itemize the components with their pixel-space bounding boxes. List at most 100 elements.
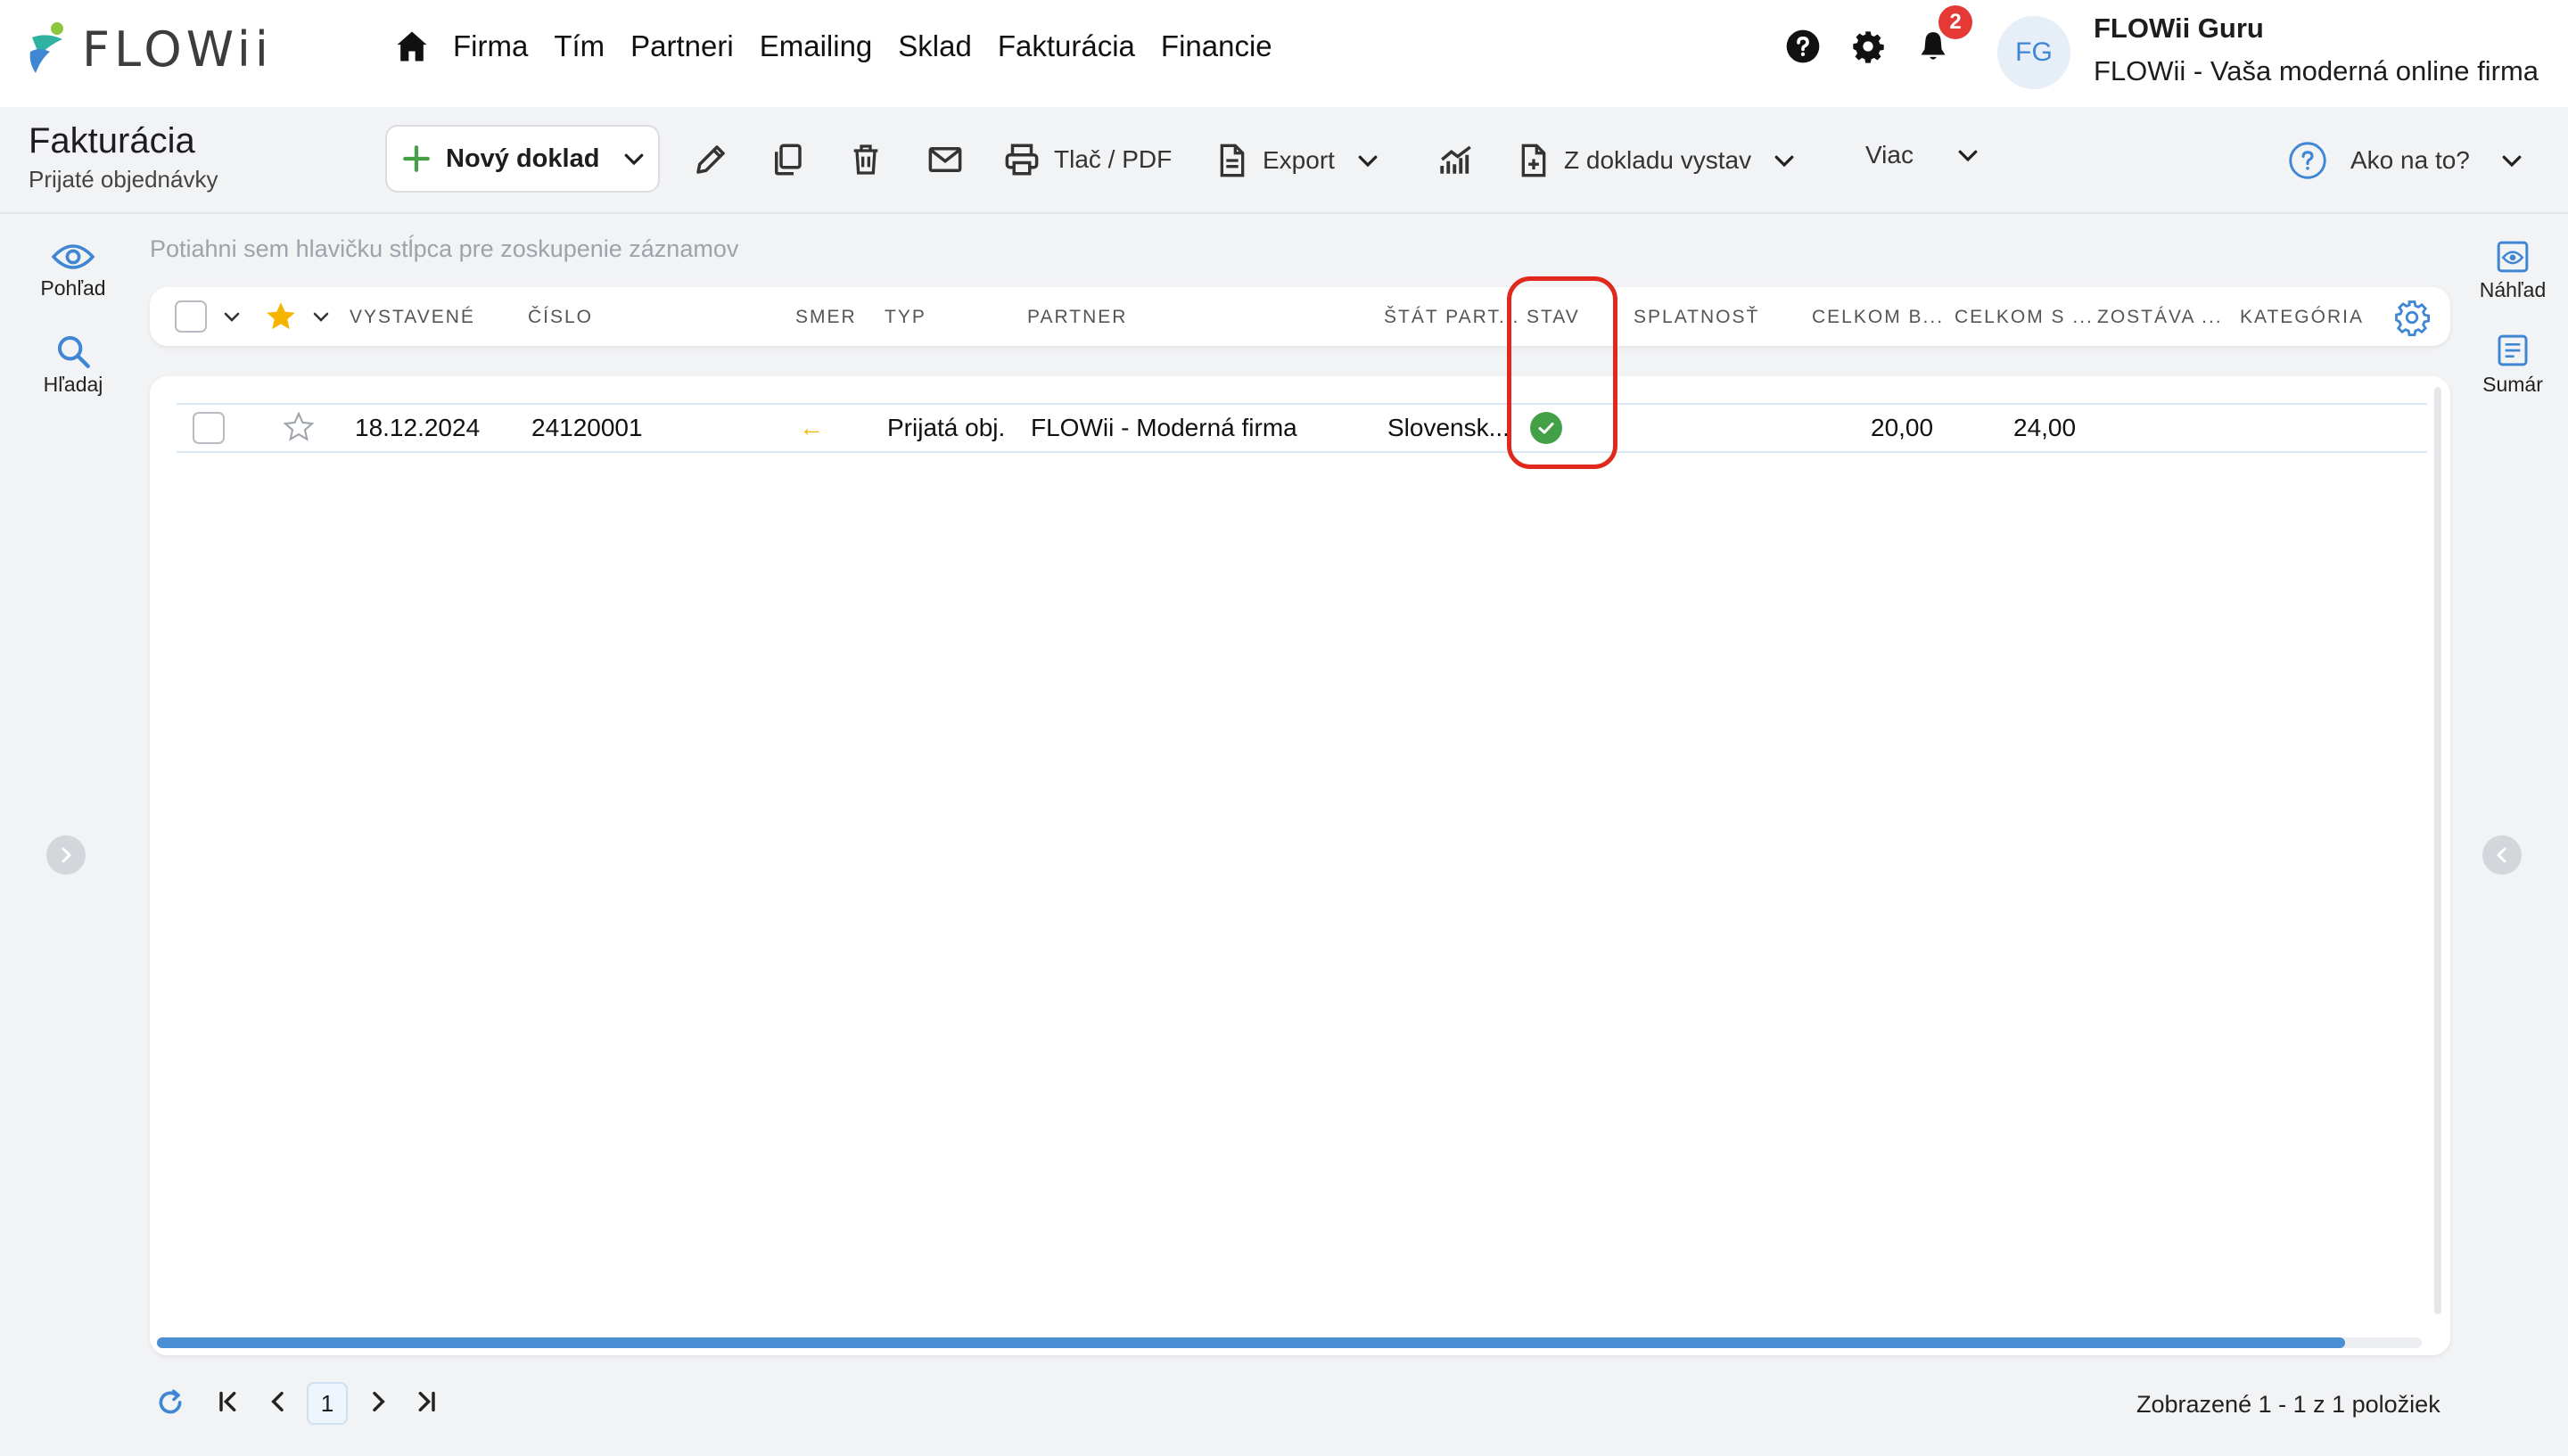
help-circle-icon bbox=[1786, 29, 1820, 63]
next-page-button[interactable] bbox=[364, 1387, 392, 1416]
chevron-down-icon bbox=[2502, 155, 2522, 168]
copy-icon bbox=[775, 144, 802, 176]
first-page-icon bbox=[219, 1391, 236, 1412]
expand-left-panel-button[interactable] bbox=[46, 835, 86, 875]
last-page-button[interactable] bbox=[412, 1387, 440, 1416]
new-document-label: Nový doklad bbox=[446, 144, 600, 173]
status-column-highlight bbox=[1507, 276, 1617, 469]
summary-label: Sumár bbox=[2482, 373, 2543, 396]
search-panel-toggle[interactable]: Hľadaj bbox=[29, 333, 118, 397]
chevron-right-icon bbox=[62, 847, 72, 863]
user-name: FLOWii Guru bbox=[2094, 12, 2264, 44]
page-toolbar: Fakturácia Prijaté objednávky Nový dokla… bbox=[0, 107, 2568, 214]
group-by-drop-zone[interactable]: Potiahni sem hlavičku stĺpca pre zoskupe… bbox=[150, 235, 738, 263]
nav-item-tim[interactable]: Tím bbox=[554, 29, 605, 63]
refresh-icon bbox=[159, 1389, 182, 1414]
user-company: FLOWii - Vaša moderná online firma bbox=[2094, 55, 2539, 86]
copy-button[interactable] bbox=[769, 141, 806, 178]
top-navbar: FLOWii Firma Tím Partneri Emailing Sklad… bbox=[0, 0, 2568, 107]
chevron-left-icon bbox=[2496, 847, 2506, 863]
notifications-button[interactable]: 2 bbox=[1912, 5, 1972, 68]
brand-name: FLOWii bbox=[82, 21, 273, 78]
document-plus-icon bbox=[1521, 144, 1546, 177]
print-pdf-button[interactable]: Tlač / PDF bbox=[1002, 141, 1172, 178]
export-button[interactable]: Export bbox=[1214, 141, 1381, 180]
nav-item-firma[interactable]: Firma bbox=[453, 29, 528, 63]
delete-button[interactable] bbox=[848, 141, 884, 178]
cell-total-gross: 24,00 bbox=[2013, 414, 2077, 441]
column-header-number[interactable]: ČÍSLO bbox=[528, 307, 593, 328]
table-row[interactable]: 18.12.2024 24120001 ← Prijatá obj. FLOWi… bbox=[177, 403, 2427, 453]
how-to-button[interactable]: Ako na to? bbox=[2288, 141, 2525, 180]
new-document-button[interactable]: Nový doklad bbox=[385, 125, 660, 193]
preview-panel-toggle[interactable]: Náhľad bbox=[2468, 239, 2557, 302]
column-header-type[interactable]: TYP bbox=[885, 307, 926, 328]
settings-button[interactable] bbox=[1847, 25, 1889, 68]
flowii-logo[interactable]: FLOWii bbox=[27, 20, 273, 78]
more-label: Viac bbox=[1865, 141, 1914, 169]
nav-item-partneri[interactable]: Partneri bbox=[630, 29, 734, 63]
eye-icon bbox=[52, 244, 95, 269]
column-header-due[interactable]: SPLATNOSŤ bbox=[1634, 307, 1759, 328]
horizontal-scrollbar-thumb[interactable] bbox=[157, 1337, 2345, 1348]
envelope-icon bbox=[928, 147, 962, 172]
column-header-remaining[interactable]: ZOSTÁVA ... bbox=[2097, 307, 2223, 328]
search-icon bbox=[58, 336, 90, 368]
expand-right-panel-button[interactable] bbox=[2482, 835, 2522, 875]
export-label: Export bbox=[1263, 146, 1335, 174]
nav-item-fakturacia[interactable]: Fakturácia bbox=[998, 29, 1135, 63]
cell-issued: 18.12.2024 bbox=[355, 414, 481, 441]
column-header-issued[interactable]: VYSTAVENÉ bbox=[350, 307, 475, 328]
favorites-filter-star-icon[interactable] bbox=[264, 300, 298, 333]
view-panel-toggle[interactable]: Pohľad bbox=[29, 241, 118, 300]
chevron-right-icon bbox=[373, 1391, 385, 1412]
help-button[interactable] bbox=[1782, 25, 1824, 68]
nav-item-financie[interactable]: Financie bbox=[1161, 29, 1272, 63]
previous-page-button[interactable] bbox=[264, 1387, 292, 1416]
favorites-options-chevron-icon[interactable] bbox=[310, 306, 332, 327]
column-header-direction[interactable]: SMER bbox=[795, 307, 857, 328]
print-pdf-label: Tlač / PDF bbox=[1054, 145, 1173, 173]
top-icons: 2 bbox=[1782, 5, 1977, 68]
create-from-document-label: Z dokladu vystav bbox=[1564, 146, 1752, 174]
summary-panel-toggle[interactable]: Sumár bbox=[2468, 332, 2557, 397]
first-page-button[interactable] bbox=[214, 1387, 243, 1416]
how-to-label: Ako na to? bbox=[2350, 146, 2470, 174]
last-page-icon bbox=[418, 1391, 435, 1412]
user-avatar[interactable]: FG bbox=[1997, 16, 2070, 89]
flowii-logo-icon bbox=[29, 22, 63, 73]
document-icon bbox=[1220, 144, 1245, 177]
row-favorite-star-icon[interactable] bbox=[282, 410, 316, 444]
refresh-button[interactable] bbox=[155, 1387, 185, 1418]
notification-badge: 2 bbox=[1938, 5, 1972, 39]
select-all-checkbox[interactable] bbox=[175, 300, 207, 333]
chart-icon bbox=[1440, 145, 1471, 174]
cell-partner: FLOWii - Moderná firma bbox=[1031, 414, 1297, 441]
cell-partner-country: Slovensk... bbox=[1387, 414, 1510, 441]
select-options-chevron-icon[interactable] bbox=[221, 306, 243, 327]
vertical-scrollbar[interactable] bbox=[2434, 387, 2441, 1314]
more-button[interactable]: Viac bbox=[1853, 141, 1981, 169]
create-from-document-button[interactable]: Z dokladu vystav bbox=[1516, 141, 1798, 180]
column-header-partner[interactable]: PARTNER bbox=[1027, 307, 1127, 328]
email-button[interactable] bbox=[926, 141, 965, 178]
column-header-total-net[interactable]: CELKOM B... bbox=[1812, 307, 1944, 328]
home-icon[interactable] bbox=[392, 27, 432, 66]
column-settings-gear-icon[interactable] bbox=[2393, 299, 2431, 336]
main-nav: Firma Tím Partneri Emailing Sklad Faktur… bbox=[392, 27, 1298, 66]
chevron-left-icon bbox=[271, 1391, 284, 1412]
column-header-category[interactable]: KATEGÓRIA bbox=[2240, 307, 2364, 328]
row-checkbox[interactable] bbox=[193, 412, 225, 444]
nav-item-sklad[interactable]: Sklad bbox=[898, 29, 972, 63]
nav-item-emailing[interactable]: Emailing bbox=[760, 29, 873, 63]
chevron-down-icon bbox=[625, 153, 644, 166]
cell-total-net: 20,00 bbox=[1871, 414, 1934, 441]
printer-icon bbox=[1005, 144, 1039, 176]
chevron-down-icon bbox=[1358, 155, 1378, 168]
column-header-partner-country[interactable]: ŠTÁT PART... bbox=[1384, 307, 1519, 328]
preview-icon bbox=[2497, 241, 2529, 273]
current-page-button[interactable]: 1 bbox=[307, 1382, 348, 1425]
column-header-total-gross[interactable]: CELKOM S ... bbox=[1955, 307, 2094, 328]
edit-button[interactable] bbox=[692, 141, 729, 178]
analytics-button[interactable] bbox=[1436, 141, 1477, 178]
